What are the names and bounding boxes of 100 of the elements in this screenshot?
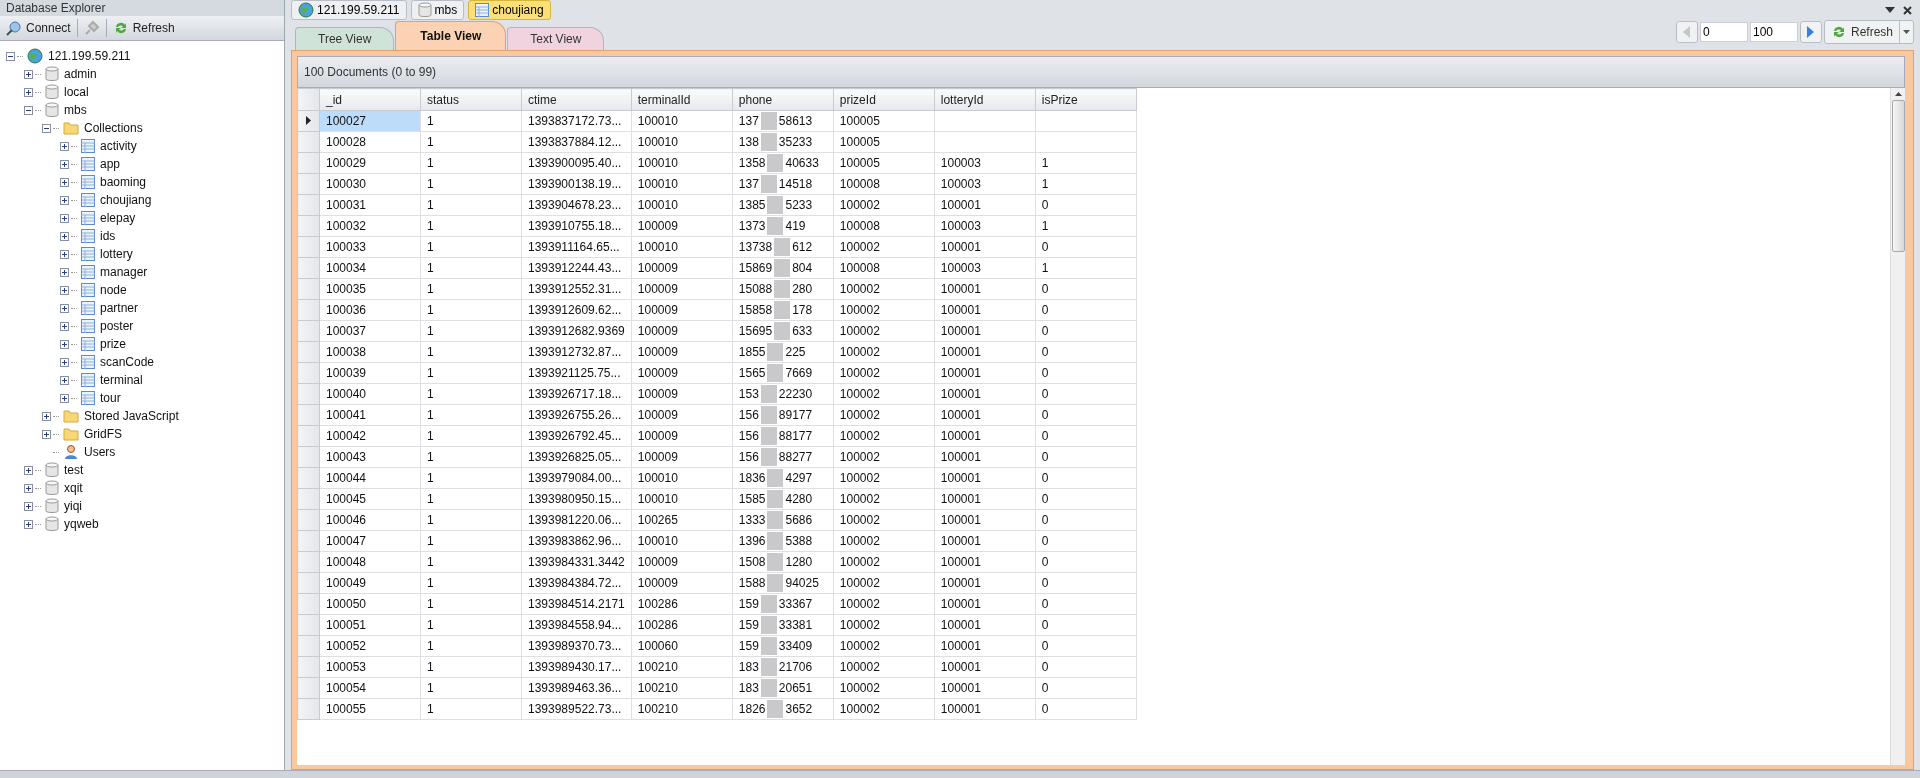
next-page-button[interactable]: [1799, 21, 1822, 43]
phone-prefix: 138: [738, 135, 759, 149]
tree-item[interactable]: partner: [97, 301, 142, 315]
view-tab[interactable]: Tree View: [295, 27, 395, 50]
table-cell: 100001: [934, 425, 1036, 447]
tree-item[interactable]: elepay: [97, 211, 139, 225]
expand-toggle[interactable]: [60, 141, 69, 151]
expand-toggle[interactable]: [24, 105, 33, 115]
expand-toggle[interactable]: [60, 393, 69, 403]
column-header[interactable]: prizeId: [833, 88, 935, 111]
table-cell: 0: [1035, 593, 1137, 615]
expand-toggle[interactable]: [42, 411, 51, 421]
expand-toggle[interactable]: [6, 51, 15, 61]
tree-item[interactable]: GridFS: [81, 427, 125, 441]
tree-item[interactable]: admin: [61, 67, 100, 81]
breadcrumb-item[interactable]: choujiang: [468, 0, 551, 20]
tree-item[interactable]: lottery: [97, 247, 136, 261]
tree-item[interactable]: choujiang: [97, 193, 155, 207]
expand-toggle[interactable]: [60, 213, 69, 223]
dropdown-button[interactable]: [1899, 21, 1913, 43]
expand-toggle[interactable]: [60, 249, 69, 259]
phone-prefix: 1836: [738, 471, 766, 485]
tree-item[interactable]: 121.199.59.211: [45, 49, 134, 63]
breadcrumb-item[interactable]: mbs: [410, 0, 465, 20]
expand-toggle[interactable]: [60, 231, 69, 241]
expand-toggle[interactable]: [60, 303, 69, 313]
tree-item[interactable]: Stored JavaScript: [81, 409, 182, 423]
expand-toggle[interactable]: [60, 159, 69, 169]
table-cell: 0: [1035, 635, 1137, 657]
table-cell: 100049: [319, 572, 421, 594]
connect-button[interactable]: Connect: [2, 18, 75, 38]
table-cell: 0: [1035, 404, 1137, 426]
table-cell: 1: [1035, 257, 1137, 279]
table-cell: 1393981220.06...: [521, 509, 632, 531]
table-cell: 100041: [319, 404, 421, 426]
column-header[interactable]: lotteryId: [934, 88, 1036, 111]
blur-patch: [767, 532, 784, 550]
phone-prefix: 183: [738, 681, 759, 695]
tree-item[interactable]: manager: [97, 265, 151, 279]
column-header[interactable]: _id: [319, 88, 421, 111]
tree-item[interactable]: prize: [97, 337, 129, 351]
tree-item[interactable]: Users: [81, 445, 119, 459]
phone-suffix: 21706: [778, 660, 813, 674]
tree-item[interactable]: baoming: [97, 175, 150, 189]
table-cell: 1: [420, 656, 522, 678]
tree-item[interactable]: ids: [97, 229, 119, 243]
column-header[interactable]: isPrize: [1035, 88, 1137, 111]
limit-field[interactable]: 100: [1749, 22, 1798, 42]
tree-item[interactable]: xqit: [61, 481, 86, 495]
tree-item[interactable]: yiqi: [61, 499, 85, 513]
expand-toggle[interactable]: [60, 177, 69, 187]
database-icon: [45, 66, 59, 82]
tree-item[interactable]: mbs: [61, 103, 90, 117]
table-icon: [475, 3, 490, 17]
dropdown-icon[interactable]: [1885, 5, 1895, 14]
expand-toggle[interactable]: [24, 69, 33, 79]
column-header[interactable]: terminalId: [631, 88, 733, 111]
scroll-up-icon[interactable]: [1894, 92, 1902, 96]
table-icon: [81, 265, 95, 279]
expand-toggle[interactable]: [60, 195, 69, 205]
table-cell: 1: [420, 635, 522, 657]
tree-item[interactable]: Collections: [81, 121, 146, 135]
expand-toggle[interactable]: [24, 483, 33, 493]
scrollbar[interactable]: [1890, 88, 1905, 765]
tree-item[interactable]: scanCode: [97, 355, 158, 369]
expand-toggle[interactable]: [24, 501, 33, 511]
tree-item[interactable]: local: [61, 85, 92, 99]
tree-item[interactable]: test: [61, 463, 87, 477]
expand-toggle[interactable]: [60, 285, 69, 295]
expand-toggle[interactable]: [60, 375, 69, 385]
expand-toggle[interactable]: [42, 429, 51, 439]
tree-item[interactable]: poster: [97, 319, 137, 333]
expand-toggle[interactable]: [42, 123, 51, 133]
close-icon[interactable]: [1903, 5, 1912, 15]
tree-item[interactable]: node: [97, 283, 130, 297]
view-tab[interactable]: Table View: [395, 21, 507, 50]
expand-toggle[interactable]: [24, 87, 33, 97]
expand-toggle[interactable]: [60, 267, 69, 277]
view-tab[interactable]: Text View: [507, 27, 605, 50]
tree-item[interactable]: terminal: [97, 373, 146, 387]
column-header[interactable]: phone: [732, 88, 834, 111]
column-header[interactable]: ctime: [521, 88, 632, 111]
tree-item[interactable]: activity: [97, 139, 140, 153]
table-cell: 100009: [631, 341, 733, 363]
expand-toggle[interactable]: [60, 321, 69, 331]
row-header[interactable]: [297, 110, 320, 132]
expand-toggle[interactable]: [24, 465, 33, 475]
scrollbar-thumb[interactable]: [1891, 100, 1905, 252]
expand-toggle[interactable]: [24, 519, 33, 529]
blur-patch: [760, 595, 777, 613]
tree-item[interactable]: yqweb: [61, 517, 102, 531]
tree-item[interactable]: tour: [97, 391, 124, 405]
tree-item[interactable]: app: [97, 157, 124, 171]
expand-toggle[interactable]: [60, 357, 69, 367]
refresh-button[interactable]: Refresh: [108, 18, 179, 38]
skip-field[interactable]: 0: [1699, 22, 1748, 42]
breadcrumb-item[interactable]: 121.199.59.211: [291, 0, 407, 20]
expand-toggle[interactable]: [60, 339, 69, 349]
column-header[interactable]: status: [420, 88, 522, 111]
table-cell: 100002: [833, 530, 935, 552]
